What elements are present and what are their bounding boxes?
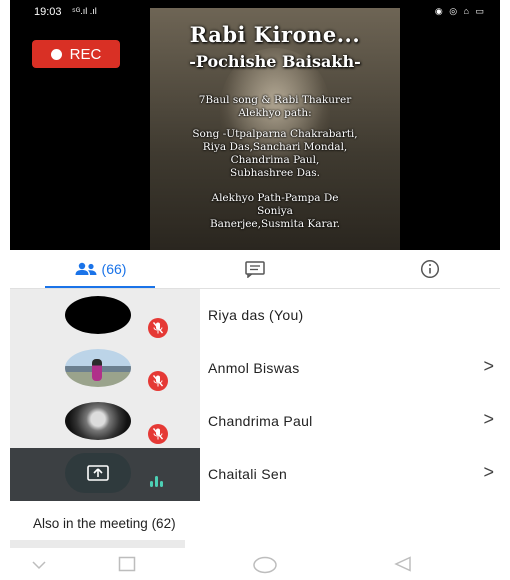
poster-song-credits: Song -Utpalparna Chakrabarti, Riya Das,S… <box>160 128 390 180</box>
participant-name: Chandrima Paul <box>208 413 313 429</box>
participant-row[interactable]: Riya das (You) <box>10 289 500 342</box>
circle-home-icon[interactable] <box>252 556 278 574</box>
poster-line: Alekhyo path: <box>238 107 312 119</box>
participant-name: Chaitali Sen <box>208 466 288 482</box>
presenting-icon <box>65 453 131 493</box>
poster-line: Subhashree Das. <box>229 167 321 179</box>
avatar-area <box>10 448 200 501</box>
avatar <box>65 349 131 387</box>
system-navigation-bar <box>0 552 510 580</box>
shared-screen-video[interactable]: 19:03 ⁵ᴳ.ıl .ıl ◉ ◎ ⌂ ▭ REC Rabi Kirone.… <box>10 0 500 250</box>
muted-mic-icon <box>148 318 168 338</box>
meeting-tabs: (66) <box>10 250 500 288</box>
triangle-back-icon[interactable] <box>394 556 412 572</box>
avatar <box>65 402 131 440</box>
muted-mic-icon <box>148 371 168 391</box>
tab-chat[interactable] <box>215 250 295 288</box>
status-time: 19:03 <box>34 6 62 18</box>
record-dot-icon <box>50 48 62 60</box>
participant-row[interactable]: Chaitali Sen > <box>10 448 500 501</box>
participant-name: Riya das (You) <box>208 307 304 323</box>
poster-path-credits: Alekhyo Path-Pampa De Soniya Banerjee,Su… <box>160 192 390 231</box>
recording-label: REC <box>69 45 102 63</box>
poster-line: Banerjee,Susmita Karar. <box>209 218 341 230</box>
tab-info[interactable] <box>380 250 480 288</box>
poster-line: Riya Das,Sanchari Mondal, <box>202 141 348 153</box>
avatar <box>65 296 131 334</box>
poster-description: 7Baul song & Rabi Thakurer Alekhyo path: <box>160 94 390 120</box>
participant-row[interactable]: Chandrima Paul > <box>10 395 500 448</box>
people-icon <box>75 262 97 275</box>
avatar-area <box>10 289 200 342</box>
poster-line: Chandrima Paul, <box>230 154 320 166</box>
chevron-right-icon[interactable]: > <box>483 409 494 430</box>
also-in-meeting-heading: Also in the meeting (62) <box>33 516 176 531</box>
participant-list: Riya das (You) Anmol Biswas > Chandrima … <box>10 289 500 501</box>
participant-name: Anmol Biswas <box>208 360 300 376</box>
avatar-area <box>10 342 200 395</box>
shared-poster: Rabi Kirone... -Pochishe Baisakh- 7Baul … <box>150 8 400 250</box>
poster-line: Alekhyo Path-Pampa De <box>211 192 339 204</box>
info-icon <box>420 259 440 279</box>
participant-row[interactable]: Anmol Biswas > <box>10 342 500 395</box>
list-item-placeholder <box>10 540 185 548</box>
poster-line: Soniya <box>257 205 293 217</box>
people-count: (66) <box>101 261 127 277</box>
poster-subtitle: -Pochishe Baisakh- <box>189 52 361 71</box>
chevron-down-icon[interactable] <box>32 560 46 570</box>
tab-people[interactable]: (66) <box>50 250 150 288</box>
muted-mic-icon <box>148 424 168 444</box>
square-icon[interactable] <box>118 556 136 572</box>
speaking-indicator-icon <box>150 476 163 487</box>
recording-badge: REC <box>32 40 120 68</box>
chevron-right-icon[interactable]: > <box>483 462 494 483</box>
poster-line: 7Baul song & Rabi Thakurer <box>198 94 352 106</box>
chat-icon <box>245 260 265 278</box>
poster-line: Song -Utpalparna Chakrabarti, <box>192 128 358 140</box>
avatar-area <box>10 395 200 448</box>
signal-icon: ⁵ᴳ.ıl .ıl <box>72 6 97 16</box>
status-icons: ◉ ◎ ⌂ ▭ <box>434 6 486 16</box>
poster-title: Rabi Kirone... <box>189 22 361 47</box>
chevron-right-icon[interactable]: > <box>483 356 494 377</box>
